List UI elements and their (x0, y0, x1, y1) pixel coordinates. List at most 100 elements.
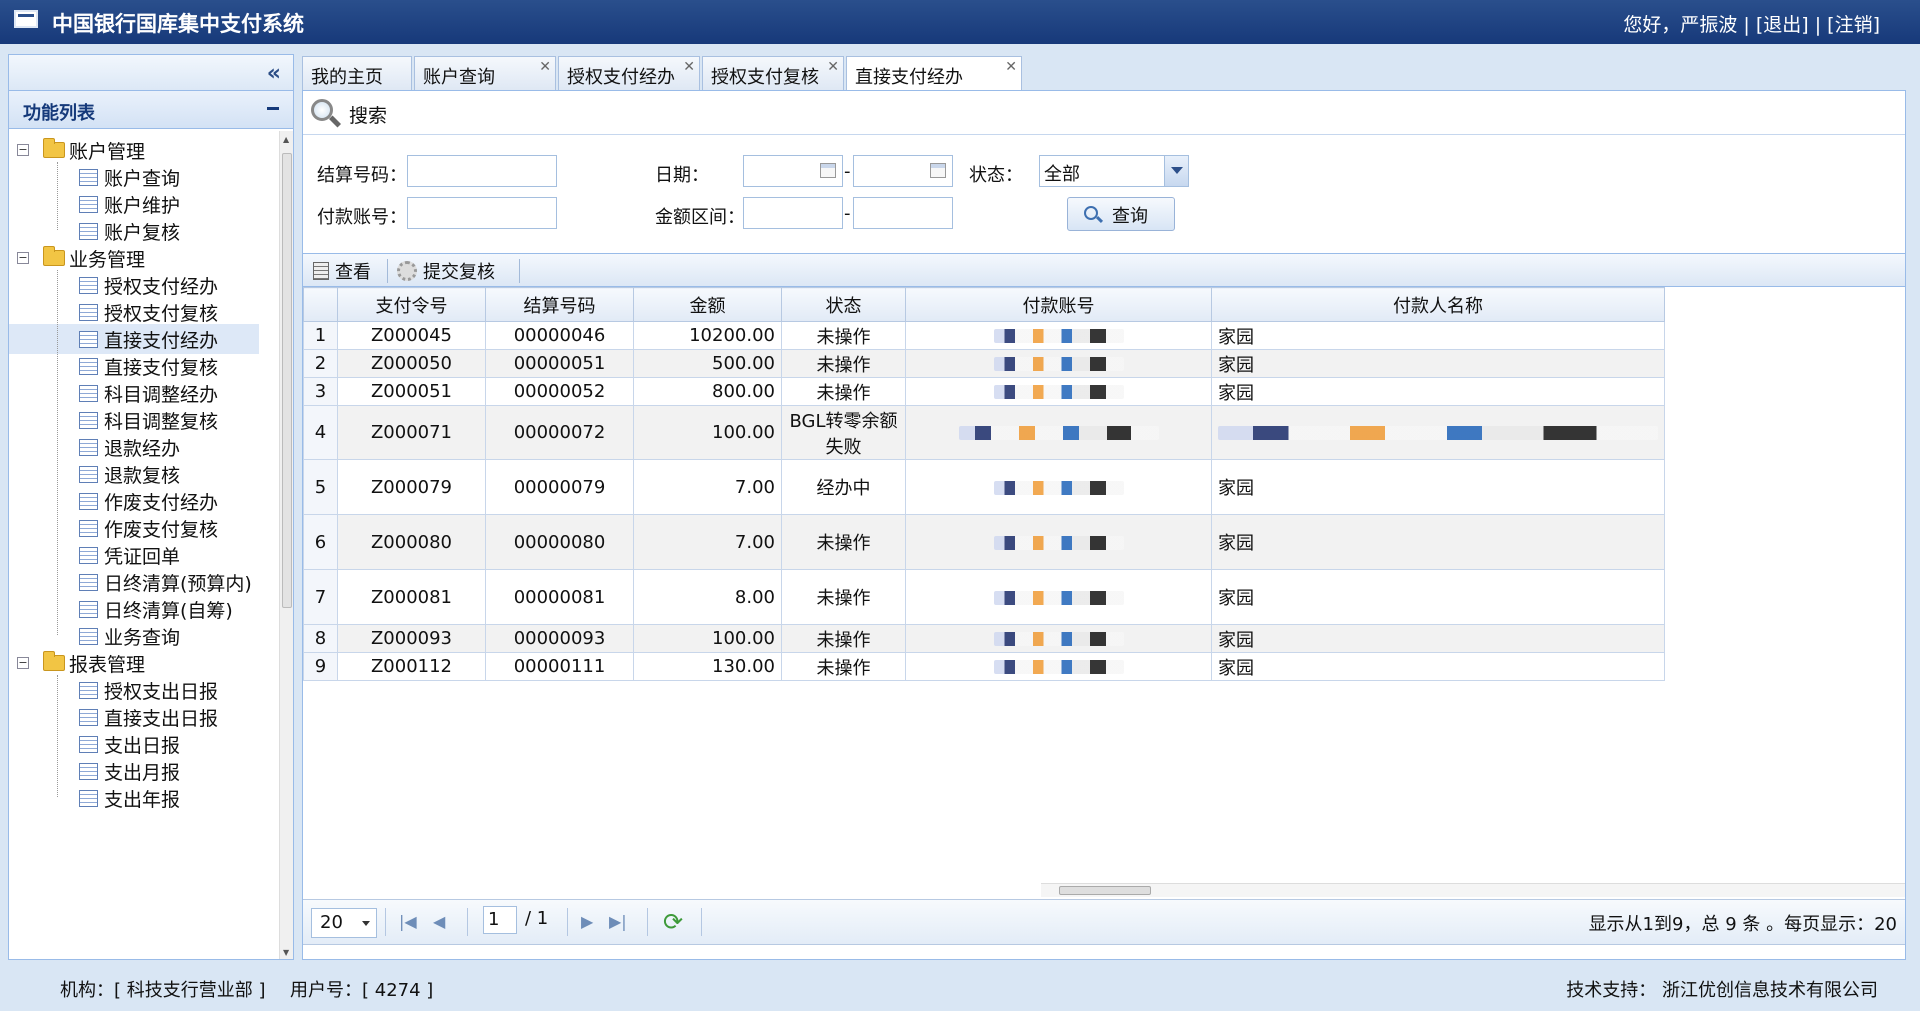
date-to-input[interactable] (853, 155, 953, 187)
sidebar-item[interactable]: 支出月报 (79, 756, 269, 786)
table-row[interactable]: 3 Z000051 00000052 800.00 未操作 家园 (303, 377, 1665, 406)
payer-name-cell: 家园 (1211, 569, 1665, 625)
sidebar-item[interactable]: 授权支付经办 (79, 270, 269, 300)
last-page-icon[interactable]: ▶| (609, 912, 627, 931)
sidebar-item[interactable]: 授权支出日报 (79, 675, 269, 705)
table-row[interactable]: 4 Z000071 00000072 100.00 BGL转零余额失败 (303, 405, 1665, 460)
sidebar-item[interactable]: 科目调整复核 (79, 405, 269, 435)
sidebar-item[interactable]: 支出日报 (79, 729, 269, 759)
column-header[interactable]: 结算号码 (485, 287, 634, 322)
sidebar-item[interactable]: 直接支付经办 (9, 324, 259, 354)
table-row[interactable]: 5 Z000079 00000079 7.00 经办中 家园 (303, 459, 1665, 515)
close-icon[interactable]: ✕ (827, 59, 839, 75)
scrollbar-thumb[interactable] (1059, 886, 1151, 895)
page-size-select[interactable]: 20 (311, 908, 377, 938)
table-row[interactable]: 2 Z000050 00000051 500.00 未操作 家园 (303, 349, 1665, 378)
sidebar-item[interactable]: 业务查询 (79, 621, 269, 651)
submit-review-button[interactable]: 提交复核 (397, 258, 495, 284)
tree-group[interactable]: − 报表管理 (17, 648, 145, 678)
sidebar-item[interactable]: 账户维护 (79, 189, 269, 219)
collapse-toggle-icon[interactable]: − (17, 144, 29, 156)
calendar-icon[interactable] (820, 163, 836, 178)
table-row[interactable]: 9 Z000112 00000111 130.00 未操作 家园 (303, 652, 1665, 681)
table-row[interactable]: 6 Z000080 00000080 7.00 未操作 家园 (303, 514, 1665, 570)
sidebar-item-label: 授权支付经办 (104, 275, 219, 298)
sidebar-item[interactable]: 直接支出日报 (79, 702, 269, 732)
document-list-icon (79, 573, 98, 591)
amount-cell: 500.00 (633, 349, 782, 378)
table-row[interactable]: 8 Z000093 00000093 100.00 未操作 家园 (303, 624, 1665, 653)
masked-account-number (993, 660, 1124, 674)
column-header[interactable]: 支付令号 (337, 287, 486, 322)
sidebar-item[interactable]: 支出年报 (79, 783, 269, 813)
settle-no-input[interactable] (407, 155, 557, 187)
tab-home[interactable]: 我的主页 (302, 56, 412, 90)
tree-group[interactable]: − 账户管理 (17, 135, 145, 165)
sidebar-item[interactable]: 账户复核 (79, 216, 269, 246)
sidebar-item[interactable]: 授权支付复核 (79, 297, 269, 327)
sidebar-item[interactable]: 日终清算(自筹) (79, 594, 269, 624)
document-list-icon (79, 789, 98, 807)
chevron-down-icon[interactable] (1164, 156, 1188, 186)
amount-to-input[interactable] (853, 197, 953, 229)
calendar-icon[interactable] (930, 163, 946, 178)
column-header[interactable]: 付款账号 (905, 287, 1212, 322)
prev-page-icon[interactable]: ◀ (433, 912, 445, 931)
sidebar-item-label: 支出月报 (104, 761, 181, 784)
date-from-input[interactable] (743, 155, 843, 187)
next-page-icon[interactable]: ▶ (581, 912, 593, 931)
pay-account-input[interactable] (407, 197, 557, 229)
sidebar-item[interactable]: 退款经办 (79, 432, 269, 462)
tree-group[interactable]: − 业务管理 (17, 243, 145, 273)
view-button[interactable]: 查看 (313, 258, 371, 284)
tab-auth-pay-handle[interactable]: 授权支付经办 ✕ (558, 56, 700, 90)
double-chevron-left-icon[interactable]: « (267, 61, 281, 86)
scrollbar-thumb[interactable] (282, 153, 292, 608)
scroll-up-icon[interactable]: ▲ (283, 135, 289, 144)
sidebar-item[interactable]: 凭证回单 (79, 540, 269, 570)
close-icon[interactable]: ✕ (539, 59, 551, 75)
page-total: / 1 (525, 908, 549, 929)
row-number-header (303, 287, 338, 322)
table-row[interactable]: 1 Z000045 00000046 10200.00 未操作 家园 (303, 321, 1665, 350)
status-select[interactable]: 全部 (1039, 155, 1189, 187)
sidebar-item[interactable]: 科目调整经办 (79, 378, 269, 408)
pay-account-cell (905, 652, 1212, 681)
sidebar-item-label: 直接支出日报 (104, 707, 219, 730)
collapse-minus-icon[interactable] (267, 107, 279, 110)
sidebar-item[interactable]: 退款复核 (79, 459, 269, 489)
amount-from-input[interactable] (743, 197, 843, 229)
tab-auth-pay-review[interactable]: 授权支付复核 ✕ (702, 56, 844, 90)
refresh-icon[interactable]: ⟳ (663, 908, 683, 936)
search-header: 搜索 (303, 91, 1905, 135)
amount-cell: 100.00 (633, 405, 782, 460)
sidebar-scrollbar[interactable]: ▲ ▼ (279, 131, 293, 959)
page-number-input[interactable]: 1 (483, 906, 517, 934)
column-header[interactable]: 状态 (781, 287, 906, 322)
column-header[interactable]: 金额 (633, 287, 782, 322)
scroll-down-icon[interactable]: ▼ (283, 948, 289, 957)
sidebar-item[interactable]: 作废支付经办 (79, 486, 269, 516)
collapse-toggle-icon[interactable]: − (17, 252, 29, 264)
sidebar-item-label: 退款复核 (104, 464, 181, 487)
document-list-icon (79, 222, 98, 240)
sidebar-item[interactable]: 直接支付复核 (79, 351, 269, 381)
close-icon[interactable]: ✕ (683, 59, 695, 75)
query-button[interactable]: 查询 (1067, 197, 1175, 231)
status-cell: BGL转零余额失败 (781, 405, 906, 460)
tab-direct-pay-handle[interactable]: 直接支付经办 ✕ (846, 56, 1022, 92)
column-header[interactable]: 付款人名称 (1211, 287, 1665, 322)
tab-account-query[interactable]: 账户查询 ✕ (414, 56, 556, 90)
first-page-icon[interactable]: |◀ (399, 912, 417, 931)
sidebar-item[interactable]: 日终清算(预算内) (79, 567, 269, 597)
close-icon[interactable]: ✕ (1005, 59, 1017, 75)
page-number-value: 1 (488, 909, 500, 930)
logout-link[interactable]: [退出] (1756, 14, 1809, 36)
sidebar-item[interactable]: 账户查询 (79, 162, 269, 192)
sidebar-item[interactable]: 作废支付复核 (79, 513, 269, 543)
collapse-toggle-icon[interactable]: − (17, 657, 29, 669)
cancel-link[interactable]: [注销] (1827, 14, 1880, 36)
horizontal-scrollbar[interactable] (1041, 883, 1905, 897)
payer-name: 家园 (1218, 657, 1254, 679)
table-row[interactable]: 7 Z000081 00000081 8.00 未操作 家园 (303, 569, 1665, 625)
